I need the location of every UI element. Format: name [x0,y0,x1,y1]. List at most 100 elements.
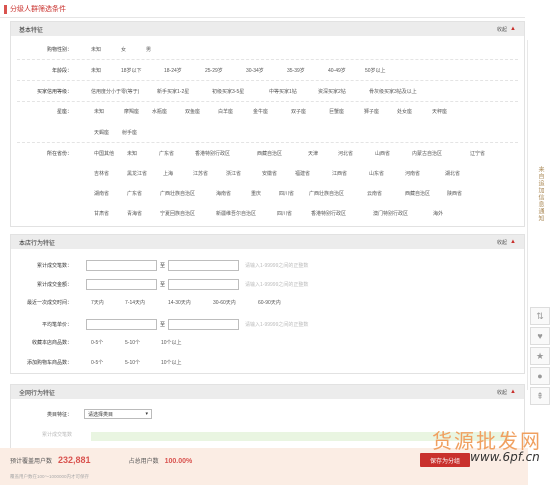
favorites-option[interactable]: 10个以上 [161,339,182,346]
province-option[interactable]: 河北省 [338,150,375,157]
province-option[interactable]: 吉林省 [94,170,127,177]
avg-price-min-input[interactable] [86,319,157,330]
province-option[interactable]: 广东省 [159,150,195,157]
province-option[interactable]: 澳门特别行政区 [373,210,433,217]
age-option[interactable]: 未知 [91,67,121,74]
share-icon[interactable]: ⇅ [530,307,550,325]
comment-icon[interactable]: ● [530,367,550,385]
cart-option[interactable]: 5-10个 [125,359,161,366]
zodiac-option[interactable]: 狮子座 [364,108,397,115]
age-option[interactable]: 18岁以下 [121,67,164,74]
total-orders-max-input[interactable] [168,260,240,271]
province-option[interactable]: 青海省 [127,210,160,217]
credit-option[interactable]: 初级买家3-5星 [212,88,269,95]
province-option[interactable]: 云南省 [367,190,405,197]
province-option[interactable]: 黑龙江省 [127,170,163,177]
zodiac-option[interactable]: 金牛座 [253,108,291,115]
province-option[interactable]: 河南省 [405,170,445,177]
basic-collapse-toggle[interactable]: 收起 ▲ [497,26,516,33]
zodiac-option[interactable]: 水瓶座 [152,108,185,115]
credit-option[interactable]: 新手买家1-2星 [157,88,212,95]
age-option[interactable]: 35-39岁 [287,67,328,74]
favorites-option[interactable]: 0-5个 [91,339,125,346]
total-amount-min-input[interactable] [86,279,157,290]
province-option[interactable]: 天津 [308,150,338,157]
province-option[interactable]: 香港特别行政区 [311,210,373,217]
last-time-option[interactable]: 14-30天内 [168,299,213,306]
province-option[interactable]: 新疆维吾尔自治区 [216,210,277,217]
zodiac-option[interactable]: 射手座 [122,129,137,136]
province-option[interactable]: 海南省 [216,190,251,197]
province-option[interactable]: 山西省 [375,150,412,157]
age-option[interactable]: 30-34岁 [246,67,287,74]
gender-option[interactable]: 男 [146,46,151,53]
age-option[interactable]: 40-49岁 [328,67,365,74]
category-select[interactable]: 请选择类目 ▾ [84,409,152,419]
province-option[interactable]: 四川省 [279,190,309,197]
gender-option[interactable]: 未知 [91,46,121,53]
province-option[interactable]: 安徽省 [262,170,295,177]
province-option[interactable]: 西藏自治区 [405,190,447,197]
heart-icon[interactable]: ♥ [530,327,550,345]
last-time-option[interactable]: 60-90天内 [258,299,281,306]
zodiac-option[interactable]: 天秤座 [432,108,447,115]
network-collapse-toggle[interactable]: 收起 ▲ [497,389,516,396]
collapse-up-icon[interactable]: ▲ [510,239,516,245]
total-orders-min-input[interactable] [86,260,157,271]
province-option[interactable]: 湖南省 [94,190,127,197]
province-option[interactable]: 辽宁省 [470,150,485,157]
province-option[interactable]: 山东省 [369,170,405,177]
zodiac-option[interactable]: 双子座 [291,108,329,115]
credit-option[interactable]: 信用度分小于零(等于) [91,88,157,95]
favorites-option[interactable]: 5-10个 [125,339,161,346]
province-option[interactable]: 香港特别行政区 [195,150,257,157]
collapse-up-icon[interactable]: ▲ [510,389,516,395]
cart-option[interactable]: 0-5个 [91,359,125,366]
province-option[interactable]: 甘肃省 [94,210,127,217]
province-option[interactable]: 广西壮族自治区 [309,190,367,197]
province-option[interactable]: 广西壮族自治区 [160,190,216,197]
zodiac-option[interactable]: 双鱼座 [185,108,218,115]
zodiac-option[interactable]: 天蝎座 [94,129,122,136]
last-time-option[interactable]: 7天内 [91,299,125,306]
zodiac-option[interactable]: 未知 [94,108,124,115]
province-option[interactable]: 上海 [163,170,193,177]
last-time-option[interactable]: 7-14天内 [125,299,168,306]
province-option[interactable]: 福建省 [295,170,332,177]
zodiac-option[interactable]: 处女座 [397,108,432,115]
age-option[interactable]: 18-24岁 [164,67,205,74]
avg-price-max-input[interactable] [168,319,240,330]
province-option[interactable]: 江苏省 [193,170,226,177]
zodiac-option[interactable]: 巨蟹座 [329,108,364,115]
province-option[interactable]: 湖北省 [445,170,460,177]
province-option[interactable]: 未知 [127,150,159,157]
star-icon[interactable]: ★ [530,347,550,365]
province-option[interactable]: 西藏自治区 [257,150,308,157]
province-option[interactable]: 宁夏回族自治区 [160,210,216,217]
scrollbar[interactable] [527,40,528,390]
side-notice[interactable]: 来自追加信息通知 [536,166,545,222]
zodiac-option[interactable]: 白羊座 [218,108,253,115]
credit-option[interactable]: 资深买家2钻 [318,88,369,95]
credit-option[interactable]: 骨灰级买家3钻及以上 [369,88,417,95]
province-option[interactable]: 内蒙古自治区 [412,150,470,157]
last-time-option[interactable]: 30-60天内 [213,299,258,306]
age-option[interactable]: 25-29岁 [205,67,246,74]
cart-option[interactable]: 10个以上 [161,359,182,366]
province-option[interactable]: 广东省 [127,190,160,197]
credit-option[interactable]: 中等买家1钻 [269,88,318,95]
province-option[interactable]: 陕西省 [447,190,462,197]
gender-option[interactable]: 女 [121,46,146,53]
province-option[interactable]: 四川省 [277,210,311,217]
province-option[interactable]: 江西省 [332,170,369,177]
save-as-group-button[interactable]: 保存为分组 [420,453,470,467]
collapse-up-icon[interactable]: ▲ [510,26,516,32]
back-to-top-icon[interactable]: ⇞ [530,387,550,405]
province-option[interactable]: 浙江省 [226,170,262,177]
zodiac-option[interactable]: 摩羯座 [124,108,152,115]
age-option[interactable]: 50岁以上 [365,67,386,74]
province-option[interactable]: 中国其他 [94,150,127,157]
province-option[interactable]: 重庆 [251,190,279,197]
store-collapse-toggle[interactable]: 收起 ▲ [497,239,516,246]
province-option[interactable]: 海外 [433,210,443,217]
